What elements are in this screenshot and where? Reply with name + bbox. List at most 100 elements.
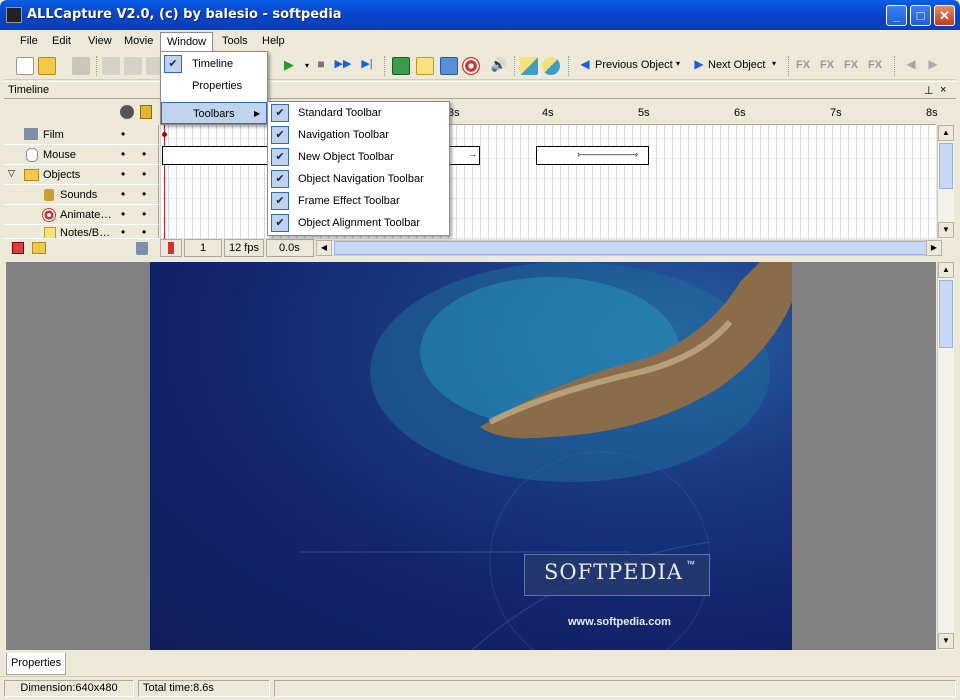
play-icon[interactable]: ▶ (280, 57, 298, 75)
menu-movie[interactable]: Movie (118, 32, 159, 50)
close-button[interactable]: ✕ (934, 5, 955, 26)
trademark: ™ (686, 559, 695, 569)
timeline-hscroll[interactable]: ◀ ▶ (316, 240, 942, 256)
submenu-item-frame-effect-toolbar[interactable]: ✔ Frame Effect Toolbar (268, 190, 449, 212)
fps-field[interactable]: 12 fps (224, 239, 264, 257)
scroll-thumb[interactable] (334, 241, 930, 255)
maximize-button[interactable]: □ (910, 5, 931, 26)
lock-dot[interactable]: • (142, 207, 146, 221)
lock-dot[interactable]: • (142, 167, 146, 181)
menu-view[interactable]: View (82, 32, 118, 50)
scroll-down-icon[interactable]: ▼ (938, 633, 954, 649)
open-folder-icon[interactable] (38, 57, 56, 75)
toolbar-separator (568, 56, 570, 76)
visible-dot[interactable]: • (121, 225, 125, 238)
marker-button[interactable] (160, 239, 182, 257)
next-object-label[interactable]: Next Object (708, 59, 765, 71)
eye-icon[interactable] (120, 105, 134, 119)
cut-icon[interactable] (102, 57, 120, 75)
align-right-icon[interactable]: ▶ (924, 57, 942, 75)
add-track-icon[interactable] (12, 242, 24, 254)
previous-object-icon[interactable]: ◀ (576, 57, 594, 75)
fast-forward-icon[interactable]: ▶▶ (334, 57, 352, 75)
fx-icon[interactable]: FX (844, 59, 858, 71)
scroll-thumb[interactable] (939, 280, 953, 348)
menu-window[interactable]: Window (160, 32, 214, 52)
track-row-animate[interactable]: Animate… • • (4, 205, 159, 225)
align-left-icon[interactable]: ◀ (902, 57, 920, 75)
movie-canvas[interactable]: SOFTPEDIA ™ www.softpedia.com (150, 262, 792, 650)
track-row-objects[interactable]: ▽ Objects • • (4, 165, 159, 185)
next-object-icon[interactable]: ▶ (690, 57, 708, 75)
lock-dot[interactable]: • (142, 187, 146, 201)
save-icon[interactable] (72, 57, 90, 75)
track-row-notes[interactable]: Notes/B… • • (4, 225, 159, 239)
minimize-button[interactable]: _ (886, 5, 907, 26)
trash-icon[interactable] (136, 242, 148, 255)
image-object-icon[interactable] (392, 57, 410, 75)
ruler-tick: 7s (830, 107, 842, 119)
scroll-right-icon[interactable]: ▶ (926, 240, 942, 256)
playhead-line[interactable] (164, 125, 165, 239)
lock-icon[interactable] (140, 105, 152, 119)
add-object-icon[interactable] (542, 57, 560, 75)
copy-icon[interactable] (124, 57, 142, 75)
frame-field[interactable]: 1 (184, 239, 222, 257)
menu-item-toolbars[interactable]: Toolbars ▶ (161, 102, 267, 124)
lock-dot[interactable]: • (142, 225, 146, 238)
previous-object-label[interactable]: Previous Object (595, 59, 673, 71)
menu-edit[interactable]: Edit (46, 32, 77, 50)
scroll-left-icon[interactable]: ◀ (316, 240, 332, 256)
lock-dot[interactable]: • (142, 147, 146, 161)
animation-object-icon[interactable] (440, 57, 458, 75)
submenu-item-new-object-toolbar[interactable]: ✔ New Object Toolbar (268, 146, 449, 168)
submenu-item-object-alignment-toolbar[interactable]: ✔ Object Alignment Toolbar (268, 212, 449, 234)
keyframe-marker[interactable] (162, 132, 167, 137)
scroll-up-icon[interactable]: ▲ (938, 125, 954, 141)
status-empty (274, 680, 956, 697)
visible-dot[interactable]: • (121, 167, 125, 181)
collapse-icon[interactable]: ▽ (8, 168, 15, 179)
timeline-vscroll[interactable]: ▲ ▼ (937, 125, 954, 239)
fx-icon[interactable]: FX (796, 59, 810, 71)
new-icon[interactable] (16, 57, 34, 75)
next-object-dropdown-icon[interactable]: ▾ (772, 59, 776, 68)
scroll-down-icon[interactable]: ▼ (938, 222, 954, 238)
track-row-mouse[interactable]: Mouse • • (4, 145, 159, 165)
scroll-up-icon[interactable]: ▲ (938, 262, 954, 278)
menu-tools[interactable]: Tools (216, 32, 254, 50)
title-bar: ALLCapture V2.0, (c) by balesio - softpe… (0, 0, 960, 30)
menu-item-properties[interactable]: Properties (161, 75, 267, 97)
stop-icon[interactable]: ■ (312, 57, 330, 75)
submenu-item-object-navigation-toolbar[interactable]: ✔ Object Navigation Toolbar (268, 168, 449, 190)
sound-icon[interactable]: 🔊 (490, 57, 508, 75)
track-row-film[interactable]: Film • (4, 125, 159, 145)
visible-dot[interactable]: • (121, 127, 125, 141)
menu-item-timeline[interactable]: ✔ Timeline (161, 53, 267, 75)
scroll-thumb[interactable] (939, 143, 953, 189)
time-field[interactable]: 0.0s (266, 239, 314, 257)
visible-dot[interactable]: • (121, 147, 125, 161)
canvas-vscroll[interactable]: ▲ ▼ (937, 262, 954, 650)
skip-end-icon[interactable]: ▶| (358, 57, 376, 75)
fx-icon[interactable]: FX (868, 59, 882, 71)
visible-dot[interactable]: • (121, 207, 125, 221)
target-object-icon[interactable] (462, 57, 480, 75)
pin-icon[interactable]: ⊥ (924, 84, 934, 97)
app-icon (6, 7, 22, 23)
panel-close-icon[interactable]: × (940, 84, 946, 96)
submenu-item-standard-toolbar[interactable]: ✔ Standard Toolbar (268, 102, 449, 124)
timeline-footer: 1 12 fps 0.0s ◀ ▶ (4, 239, 956, 258)
previous-object-dropdown-icon[interactable]: ▾ (676, 59, 680, 68)
menu-file[interactable]: File (14, 32, 44, 50)
select-object-icon[interactable] (520, 57, 538, 75)
submenu-item-navigation-toolbar[interactable]: ✔ Navigation Toolbar (268, 124, 449, 146)
add-folder-icon[interactable] (32, 242, 46, 254)
visible-dot[interactable]: • (121, 187, 125, 201)
track-row-sounds[interactable]: Sounds • • (4, 185, 159, 205)
fx-icon[interactable]: FX (820, 59, 834, 71)
menu-help[interactable]: Help (256, 32, 291, 50)
note-object-icon[interactable] (416, 57, 434, 75)
mouse-clip[interactable]: ›———————› (536, 146, 649, 165)
properties-tab[interactable]: Properties (6, 653, 67, 675)
